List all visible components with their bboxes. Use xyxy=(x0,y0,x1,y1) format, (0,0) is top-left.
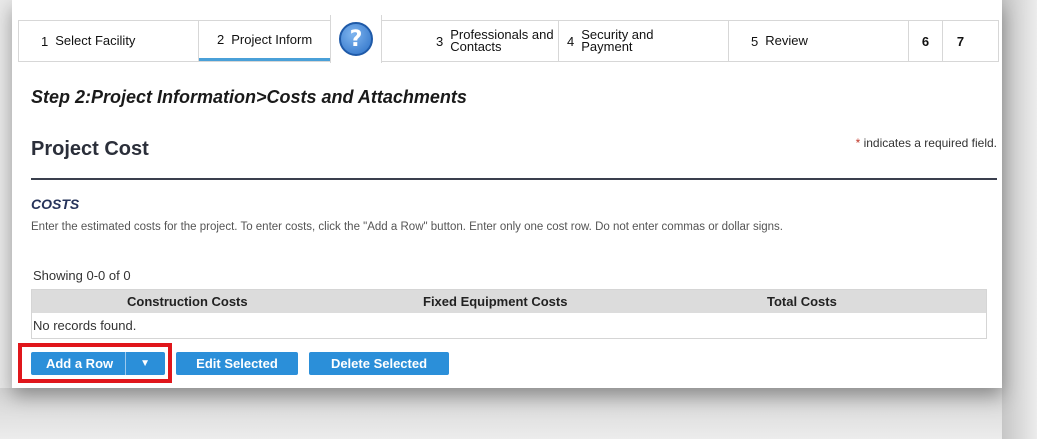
highlight-box xyxy=(18,343,172,383)
column-header-construction[interactable]: Construction Costs xyxy=(127,294,423,309)
page-title: Step 2:Project Information>Costs and Att… xyxy=(31,87,467,107)
step-number: 4 xyxy=(567,33,575,49)
step-label: Project Inform xyxy=(231,31,313,47)
tab-step-7[interactable]: 7 xyxy=(943,21,978,61)
tab-select-facility[interactable]: 1 Select Facility xyxy=(19,21,199,61)
step-number: 3 xyxy=(436,33,444,49)
backdrop-shadow-right xyxy=(1002,0,1037,439)
tab-security-payment[interactable]: 4 Security and Payment xyxy=(559,21,729,61)
required-star: * xyxy=(855,136,861,150)
tab-review[interactable]: 5 Review xyxy=(729,21,909,61)
empty-table-message: No records found. xyxy=(32,313,986,338)
delete-selected-button[interactable]: Delete Selected xyxy=(309,352,449,375)
tab-professionals-contacts[interactable]: 3 Professionals and Contacts xyxy=(379,21,559,61)
step-number: 2 xyxy=(217,32,225,47)
column-header-total[interactable]: Total Costs xyxy=(767,294,947,309)
help-question-icon[interactable]: ? xyxy=(339,22,373,56)
costs-subtitle: COSTS xyxy=(31,196,80,212)
step-number: 7 xyxy=(956,33,965,49)
step-label: Select Facility xyxy=(55,33,136,48)
required-field-note: * indicates a required field. xyxy=(856,136,997,150)
section-divider xyxy=(31,178,997,180)
help-icon-container: ? xyxy=(330,15,382,63)
section-title: Project Cost xyxy=(31,138,149,160)
step-number: 1 xyxy=(41,33,49,49)
costs-table: Construction Costs Fixed Equipment Costs… xyxy=(31,289,987,339)
step-number: 6 xyxy=(921,33,930,49)
record-count: Showing 0-0 of 0 xyxy=(33,268,131,283)
step-label: Security and Payment xyxy=(581,27,654,54)
step-label: Professionals and Contacts xyxy=(450,27,554,54)
costs-instructions: Enter the estimated costs for the projec… xyxy=(31,221,783,233)
edit-selected-button[interactable]: Edit Selected xyxy=(176,352,298,375)
backdrop-shadow xyxy=(0,388,1037,439)
step-number: 5 xyxy=(751,33,759,49)
column-header-fixed-equipment[interactable]: Fixed Equipment Costs xyxy=(423,294,767,309)
table-header: Construction Costs Fixed Equipment Costs… xyxy=(32,290,986,313)
required-note-text: indicates a required field. xyxy=(863,136,997,150)
step-label: Review xyxy=(765,33,808,48)
tab-step-6[interactable]: 6 xyxy=(909,21,943,61)
step-tabs: 1 Select Facility 2 Project Inform 3 Pro… xyxy=(18,20,999,62)
